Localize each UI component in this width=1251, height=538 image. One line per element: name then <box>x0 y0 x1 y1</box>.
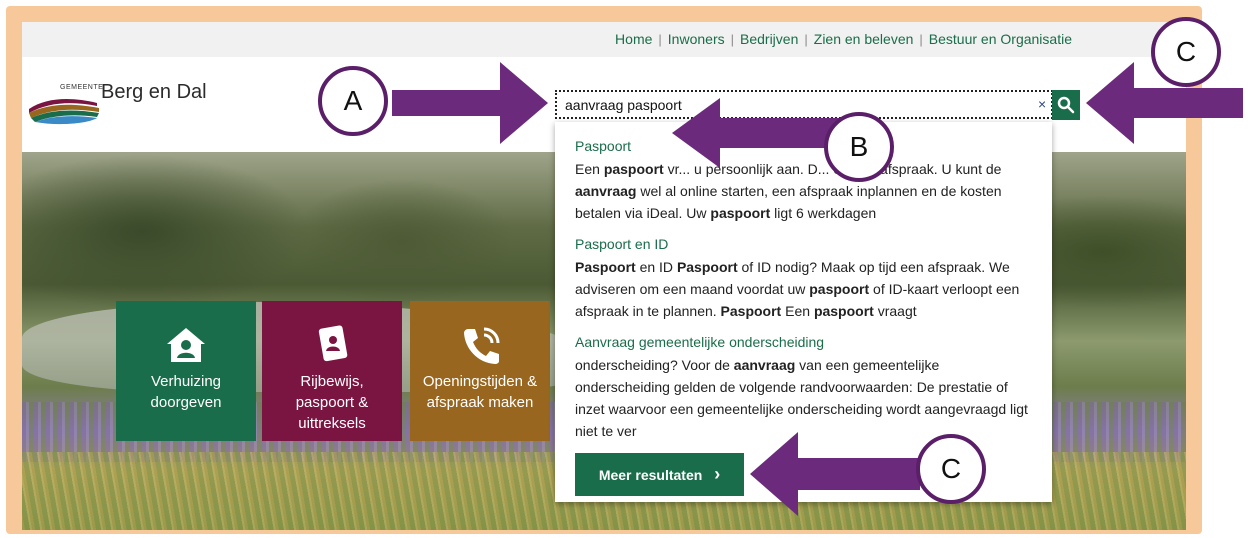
tile-openingstijden[interactable]: Openingstijden & afspraak maken <box>410 301 550 441</box>
logo-name: Berg en Dal <box>101 81 207 103</box>
result-snippet: Een paspoort vr... u persoonlijk aan. D.… <box>575 161 1002 221</box>
result-title[interactable]: Paspoort <box>575 138 1035 154</box>
search-icon <box>1057 96 1075 114</box>
id-book-icon <box>318 325 348 362</box>
nav-home[interactable]: Home <box>615 31 652 47</box>
result-title[interactable]: Aanvraag gemeentelijke onderscheiding <box>575 334 1035 350</box>
search-result: Paspoort Een paspoort vr... u persoonlij… <box>575 138 1035 224</box>
clear-search-icon[interactable]: × <box>1038 96 1046 112</box>
house-user-icon <box>167 328 205 362</box>
nav-separator: | <box>730 31 734 47</box>
annotation-c-bottom: C <box>916 434 986 504</box>
search-button[interactable] <box>1052 90 1080 120</box>
annotation-a: A <box>318 66 388 136</box>
result-title[interactable]: Paspoort en ID <box>575 236 1035 252</box>
search-suggestions: Paspoort Een paspoort vr... u persoonlij… <box>555 122 1052 502</box>
search-result: Aanvraag gemeentelijke onderscheiding on… <box>575 334 1035 442</box>
nav-bestuur[interactable]: Bestuur en Organisatie <box>929 31 1072 47</box>
tile-verhuizing[interactable]: Verhuizing doorgeven <box>116 301 256 441</box>
search-box <box>555 90 1053 119</box>
result-snippet: onderscheiding? Voor de aanvraag van een… <box>575 357 1028 439</box>
phone-icon <box>464 327 500 364</box>
tile-label: Rijbewijs, paspoort & uittreksels <box>295 373 369 432</box>
tile-rijbewijs[interactable]: Rijbewijs, paspoort & uittreksels <box>262 301 402 441</box>
annotation-b: B <box>824 112 894 182</box>
more-results-label: Meer resultaten <box>598 467 703 483</box>
search-input[interactable] <box>565 95 1025 115</box>
nav-separator: | <box>919 31 923 47</box>
tile-label: Openingstijden & afspraak maken <box>422 373 538 411</box>
nav-bedrijven[interactable]: Bedrijven <box>740 31 798 47</box>
top-bar: Home | Inwoners | Bedrijven | Zien en be… <box>22 22 1186 57</box>
nav-inwoners[interactable]: Inwoners <box>668 31 725 47</box>
result-snippet: Paspoort en ID Paspoort of ID nodig? Maa… <box>575 259 1020 319</box>
municipality-logo[interactable]: GEMEENTE Berg en Dal <box>27 81 207 131</box>
tile-label: Verhuizing doorgeven <box>150 373 222 411</box>
top-navigation: Home | Inwoners | Bedrijven | Zien en be… <box>615 31 1072 47</box>
chevron-right-icon: › <box>714 464 721 484</box>
search-result: Paspoort en ID Paspoort en ID Paspoort o… <box>575 236 1035 322</box>
logo-waves-icon <box>29 99 99 125</box>
nav-separator: | <box>804 31 808 47</box>
nav-zien-en-beleven[interactable]: Zien en beleven <box>814 31 914 47</box>
nav-separator: | <box>658 31 662 47</box>
more-results-button[interactable]: Meer resultaten › <box>575 453 744 496</box>
logo-prefix: GEMEENTE <box>60 84 104 91</box>
annotation-c-top: C <box>1151 17 1221 87</box>
